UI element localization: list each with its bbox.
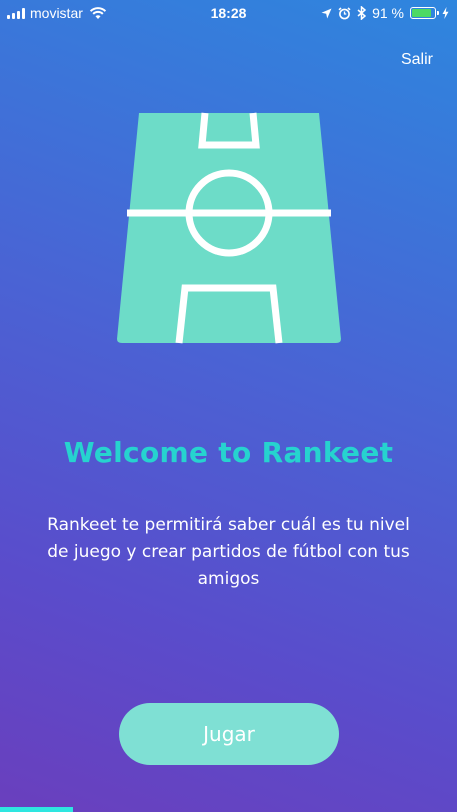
status-right: 91 % (321, 5, 449, 21)
alarm-icon (338, 6, 351, 19)
football-pitch-icon (117, 112, 341, 344)
exit-button[interactable]: Salir (401, 51, 433, 69)
status-bar: movistar 18:28 91 % (0, 0, 457, 26)
location-icon (321, 8, 332, 18)
charging-icon (442, 7, 449, 19)
welcome-title: Welcome to Rankeet (63, 436, 394, 469)
onboarding-progress-fill (0, 807, 74, 812)
battery-icon (410, 7, 439, 19)
onboarding-progress (0, 807, 457, 812)
battery-cap (437, 11, 439, 15)
welcome-description: Rankeet te permitirá saber cuál es tu ni… (47, 515, 410, 589)
battery-level (412, 9, 432, 17)
play-button[interactable]: Jugar (119, 703, 339, 765)
battery-percent: 91 % (372, 5, 404, 21)
bluetooth-icon (357, 6, 367, 20)
